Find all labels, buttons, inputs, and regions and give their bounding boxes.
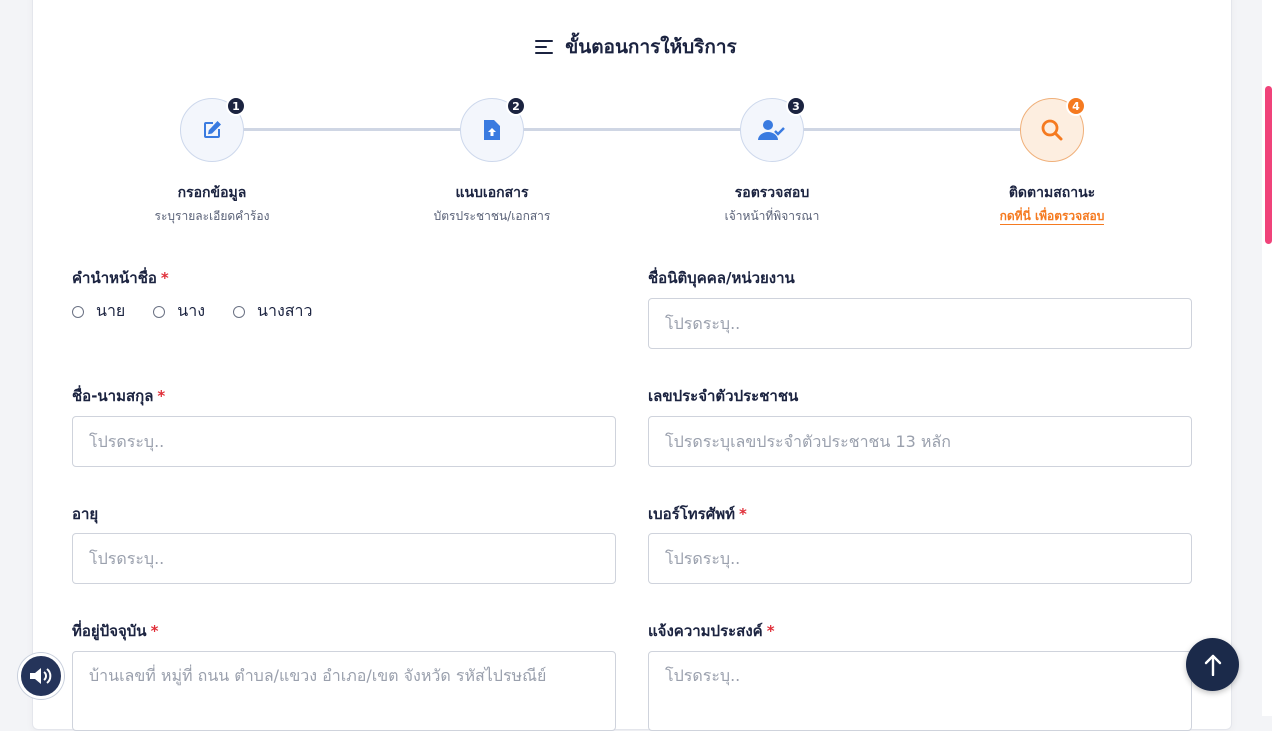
page-title: ขั้นตอนการให้บริการ — [0, 32, 1272, 62]
step-1-title: กรอกข้อมูล — [177, 185, 247, 201]
step-3-badge: 3 — [786, 96, 806, 116]
step-3-subtitle: เจ้าหน้าที่พิจารณา — [724, 209, 820, 223]
prefix-label-text: คำนำหน้าชื่อ — [72, 269, 157, 287]
page-title-text: ขั้นตอนการให้บริการ — [565, 36, 737, 58]
file-upload-icon — [484, 120, 500, 140]
step-connector — [804, 128, 1020, 131]
step-connector — [244, 128, 460, 131]
radio-label: นางสาว — [257, 301, 313, 320]
address-label: ที่อยู่ปัจจุบัน * — [72, 619, 158, 643]
track-status-link[interactable]: กดที่นี่ เพื่อตรวจสอบ — [942, 207, 1162, 226]
required-mark: * — [739, 505, 747, 523]
prefix-radio-group: นาย นาง นางสาว — [72, 299, 313, 324]
step-1-badge: 1 — [226, 96, 246, 116]
radio-label: นาย — [96, 301, 126, 320]
radio-option-miss[interactable]: นางสาว — [233, 299, 313, 324]
step-1-subtitle: ระบุรายละเอียดคำร้อง — [154, 209, 270, 223]
prefix-label: คำนำหน้าชื่อ * — [72, 266, 169, 290]
radio-label: นาง — [177, 301, 206, 320]
full-name-input[interactable] — [72, 416, 616, 467]
step-4-title: ติดตามสถานะ — [1008, 185, 1096, 201]
full-name-label: ชื่อ-นามสกุล * — [72, 384, 165, 408]
address-textarea[interactable] — [72, 651, 616, 731]
required-mark: * — [157, 387, 166, 405]
step-4-badge: 4 — [1066, 96, 1086, 116]
age-input[interactable] — [72, 533, 616, 584]
arrow-up-icon — [1204, 654, 1221, 676]
required-mark: * — [150, 622, 159, 640]
step-2-badge: 2 — [506, 96, 526, 116]
purpose-label-text: แจ้งความประสงค์ — [648, 622, 763, 640]
track-status-link-text[interactable]: กดที่นี่ เพื่อตรวจสอบ — [999, 209, 1105, 225]
radio-button[interactable] — [233, 305, 246, 318]
full-name-label-text: ชื่อ-นามสกุล — [72, 387, 154, 405]
address-label-text: ที่อยู่ปัจจุบัน — [72, 622, 147, 640]
text-to-speech-button[interactable] — [18, 653, 64, 699]
step-connector — [524, 128, 740, 131]
user-check-icon — [758, 120, 785, 140]
org-name-input[interactable] — [648, 298, 1192, 349]
required-mark: * — [766, 622, 775, 640]
phone-label-text: เบอร์โทรศัพท์ — [648, 505, 736, 523]
required-mark: * — [160, 269, 169, 287]
purpose-label: แจ้งความประสงค์ * — [648, 619, 775, 643]
speaker-icon — [30, 668, 52, 684]
step-2-title: แนบเอกสาร — [455, 185, 529, 201]
radio-button[interactable] — [153, 305, 166, 318]
citizen-id-label: เลขประจำตัวประชาชน — [648, 387, 799, 405]
search-icon — [1041, 119, 1063, 141]
menu-lines-icon — [535, 40, 554, 54]
radio-option-mrs[interactable]: นาง — [153, 299, 205, 324]
phone-label: เบอร์โทรศัพท์ * — [648, 502, 747, 526]
edit-icon — [204, 121, 221, 138]
phone-input[interactable] — [648, 533, 1192, 584]
step-2-subtitle: บัตรประชาชน/เอกสาร — [433, 209, 551, 223]
scrollbar-thumb[interactable] — [1265, 86, 1272, 244]
purpose-textarea[interactable] — [648, 651, 1192, 731]
scroll-to-top-button[interactable] — [1186, 638, 1239, 691]
step-3-title: รอตรวจสอบ — [734, 185, 810, 201]
org-name-label: ชื่อนิติบุคคล/หน่วยงาน — [648, 269, 795, 287]
citizen-id-input[interactable] — [648, 416, 1192, 467]
age-label: อายุ — [72, 505, 99, 523]
radio-button[interactable] — [72, 305, 84, 318]
radio-option-mr[interactable]: นาย — [72, 299, 125, 324]
